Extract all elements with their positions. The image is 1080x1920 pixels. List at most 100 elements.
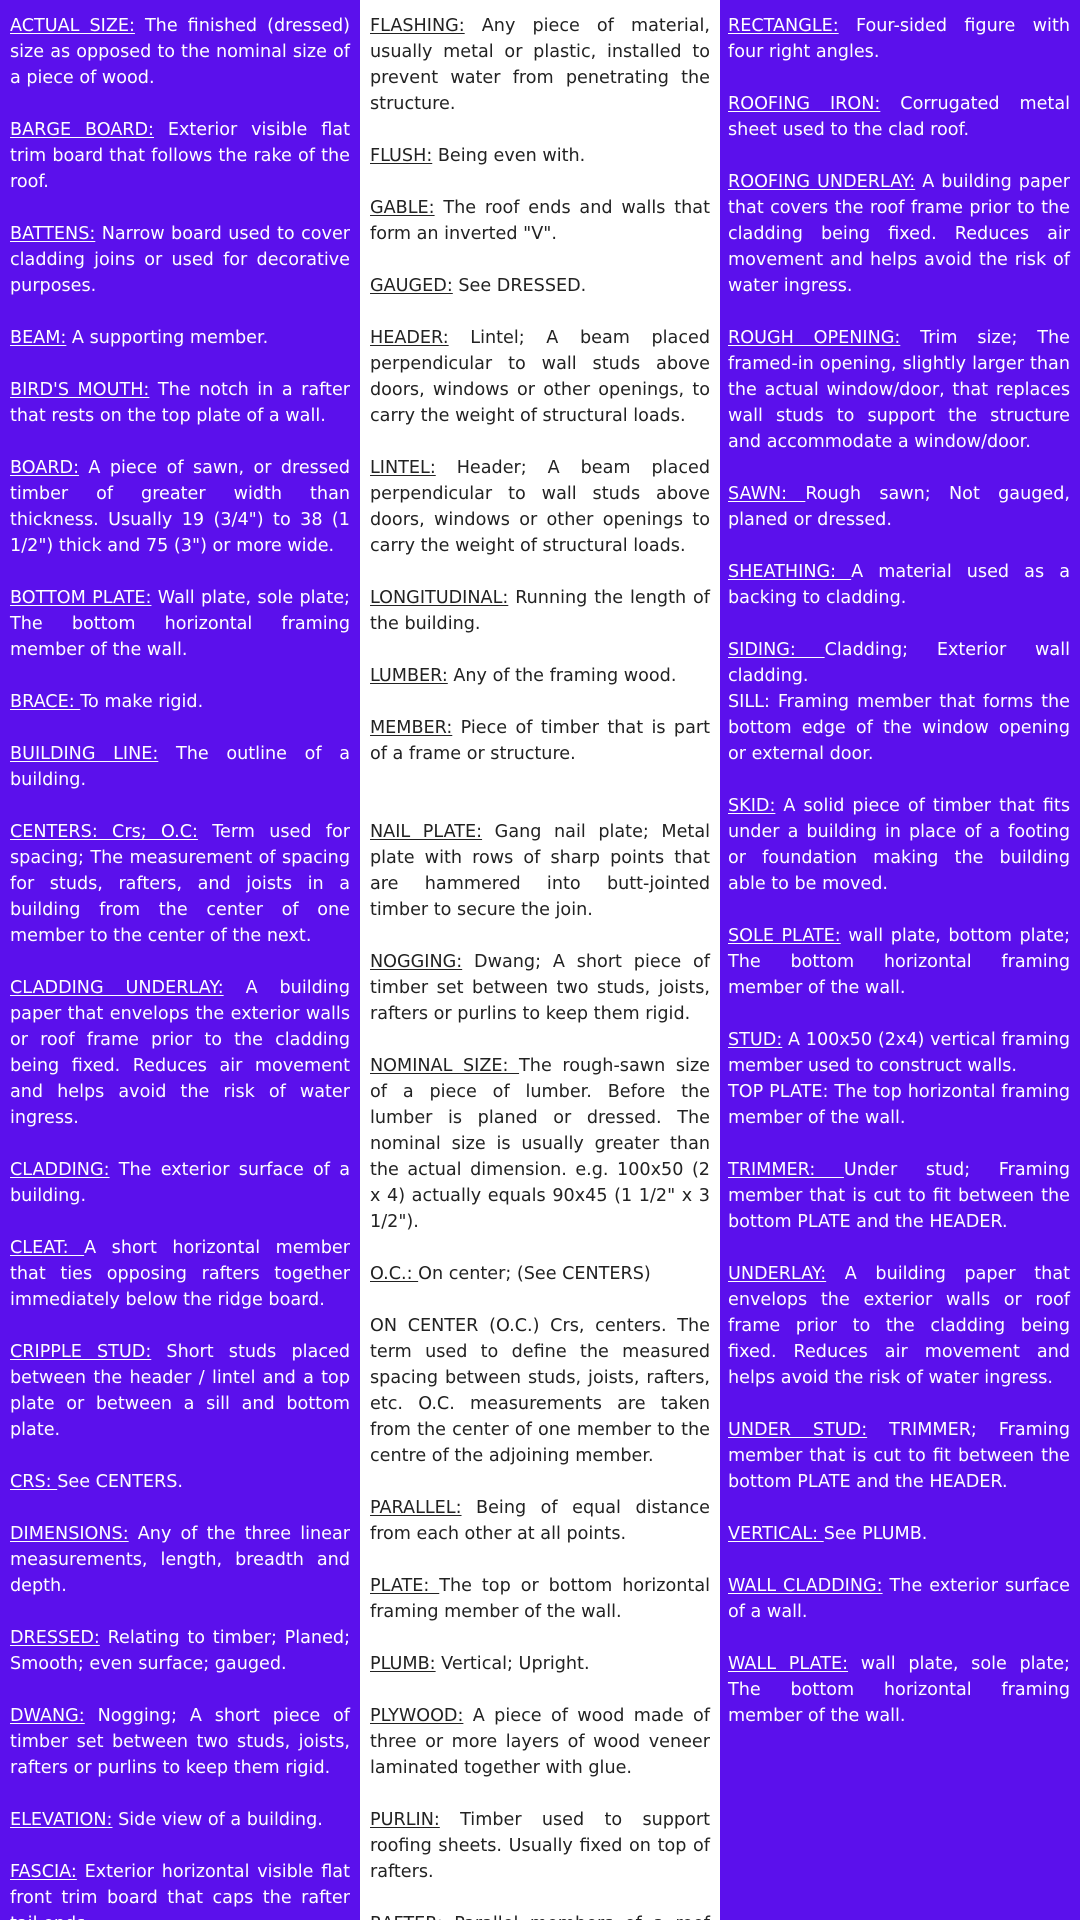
glossary-entry: PARALLEL: Being of equal distance from e… <box>370 1495 710 1547</box>
glossary-entry: NOGGING: Dwang; A short piece of timber … <box>370 949 710 1027</box>
glossary-term: CRS: <box>10 1472 58 1492</box>
glossary-column-middle: FLASHING: Any piece of material, usually… <box>360 0 720 1920</box>
glossary-entry: CENTERS: Crs; O.C: Term used for spacing… <box>10 819 350 949</box>
glossary-entry: ELEVATION: Side view of a building. <box>10 1807 350 1833</box>
glossary-term: PLYWOOD: <box>370 1706 464 1726</box>
glossary-columns: ACTUAL SIZE: The finished (dressed) size… <box>0 0 1080 1920</box>
glossary-term: ROOFING UNDERLAY: <box>728 172 916 192</box>
glossary-term: NAIL PLATE: <box>370 822 483 842</box>
glossary-term: CLADDING UNDERLAY: <box>10 978 224 998</box>
glossary-term: PURLIN: <box>370 1810 440 1830</box>
glossary-entry: FLUSH: Being even with. <box>370 143 710 169</box>
glossary-term: BRACE: <box>10 692 81 712</box>
glossary-definition: Side view of a building. <box>112 1810 323 1830</box>
glossary-entry: SKID: A solid piece of timber that fits … <box>728 793 1070 897</box>
glossary-entry: DRESSED: Relating to timber; Planed; Smo… <box>10 1625 350 1677</box>
glossary-entry: LUMBER: Any of the framing wood. <box>370 663 710 689</box>
glossary-entry: PURLIN: Timber used to support roofing s… <box>370 1807 710 1885</box>
glossary-term: GABLE: <box>370 198 435 218</box>
glossary-term: DRESSED: <box>10 1628 100 1648</box>
glossary-entry: WALL PLATE: wall plate, sole plate; The … <box>728 1651 1070 1729</box>
glossary-entry: VERTICAL: See PLUMB. <box>728 1521 1070 1547</box>
glossary-entry: BRACE: To make rigid. <box>10 689 350 715</box>
glossary-entry: SAWN: Rough sawn; Not gauged, planed or … <box>728 481 1070 533</box>
glossary-entry: LONGITUDINAL: Running the length of the … <box>370 585 710 637</box>
glossary-entry: BIRD'S MOUTH: The notch in a rafter that… <box>10 377 350 429</box>
glossary-entry: SILL: Framing member that forms the bott… <box>728 689 1070 767</box>
glossary-entry: CRIPPLE STUD: Short studs placed between… <box>10 1339 350 1443</box>
glossary-term: HEADER: <box>370 328 449 348</box>
glossary-term: DWANG: <box>10 1706 85 1726</box>
glossary-entry: ACTUAL SIZE: The finished (dressed) size… <box>10 13 350 91</box>
glossary-column-right: RECTANGLE: Four-sided figure with four r… <box>720 0 1080 1920</box>
glossary-entry: DIMENSIONS: Any of the three linear meas… <box>10 1521 350 1599</box>
glossary-entry: CLADDING: The exterior surface of a buil… <box>10 1157 350 1209</box>
glossary-entry: CRS: See CENTERS. <box>10 1469 350 1495</box>
glossary-entry: FLASHING: Any piece of material, usually… <box>370 13 710 117</box>
glossary-term: O.C.: <box>370 1264 419 1284</box>
glossary-definition: On center; (See CENTERS) <box>418 1264 651 1284</box>
glossary-term: BATTENS: <box>10 224 96 244</box>
glossary-definition: To make rigid. <box>80 692 204 712</box>
glossary-entry: O.C.: On center; (See CENTERS) <box>370 1261 710 1287</box>
glossary-definition: The rough-sawn size of a piece of lumber… <box>370 1056 711 1232</box>
glossary-term: SAWN: <box>728 484 806 504</box>
glossary-entry: MEMBER: Piece of timber that is part of … <box>370 715 710 767</box>
glossary-term: RECTANGLE: <box>728 16 839 36</box>
glossary-term: CLADDING: <box>10 1160 110 1180</box>
glossary-entry: STUD: A 100x50 (2x4) vertical framing me… <box>728 1027 1070 1079</box>
glossary-entry: TOP PLATE: The top horizontal framing me… <box>728 1079 1070 1131</box>
glossary-entry: UNDERLAY: A building paper that envelops… <box>728 1261 1070 1391</box>
glossary-term: UNDER STUD: <box>728 1420 868 1440</box>
glossary-entry: BOARD: A piece of sawn, or dressed timbe… <box>10 455 350 559</box>
glossary-entry: ROOFING UNDERLAY: A building paper that … <box>728 169 1070 299</box>
glossary-term: CRIPPLE STUD: <box>10 1342 152 1362</box>
glossary-entry: RAFTER: Parallel members of a roof that … <box>370 1911 710 1920</box>
glossary-term: WALL PLATE: <box>728 1654 849 1674</box>
glossary-entry: PLYWOOD: A piece of wood made of three o… <box>370 1703 710 1781</box>
glossary-term: PLATE: <box>370 1576 440 1596</box>
glossary-term: LONGITUDINAL: <box>370 588 509 608</box>
glossary-term: CENTERS: Crs; O.C: <box>10 822 198 842</box>
glossary-term: BIRD'S MOUTH: <box>10 380 150 400</box>
glossary-definition: See PLUMB. <box>823 1524 928 1544</box>
glossary-column-left: ACTUAL SIZE: The finished (dressed) size… <box>0 0 360 1920</box>
glossary-term: SKID: <box>728 796 776 816</box>
glossary-entry: CLADDING UNDERLAY: A building paper that… <box>10 975 350 1131</box>
glossary-entry: DWANG: Nogging; A short piece of timber … <box>10 1703 350 1781</box>
glossary-definition: TOP PLATE: The top horizontal framing me… <box>728 1082 1070 1128</box>
glossary-term: STUD: <box>728 1030 783 1050</box>
glossary-definition: See DRESSED. <box>452 276 587 296</box>
glossary-entry: PLATE: The top or bottom horizontal fram… <box>370 1573 710 1625</box>
glossary-definition: A building paper that envelops the exter… <box>10 978 350 1128</box>
glossary-entry: CLEAT: A short horizontal member that ti… <box>10 1235 350 1313</box>
glossary-term: RAFTER: <box>370 1914 443 1920</box>
glossary-definition: Any of the framing wood. <box>447 666 677 686</box>
glossary-entry: GAUGED: See DRESSED. <box>370 273 710 299</box>
glossary-entry: SOLE PLATE: wall plate, bottom plate; Th… <box>728 923 1070 1001</box>
glossary-term: NOMINAL SIZE: <box>370 1056 520 1076</box>
glossary-term: CLEAT: <box>10 1238 85 1258</box>
glossary-entry: TRIMMER: Under stud; Framing member that… <box>728 1157 1070 1235</box>
glossary-entry: ROUGH OPENING: Trim size; The framed-in … <box>728 325 1070 455</box>
glossary-term: ACTUAL SIZE: <box>10 16 135 36</box>
glossary-term: PLUMB: <box>370 1654 436 1674</box>
glossary-definition: See CENTERS. <box>57 1472 184 1492</box>
glossary-entry: ON CENTER (O.C.) Crs, centers. The term … <box>370 1313 710 1469</box>
glossary-term: TRIMMER: <box>728 1160 844 1180</box>
glossary-term: BEAM: <box>10 328 67 348</box>
glossary-entry: BOTTOM PLATE: Wall plate, sole plate; Th… <box>10 585 350 663</box>
glossary-definition: A solid piece of timber that fits under … <box>728 796 1070 894</box>
glossary-term: FLUSH: <box>370 146 433 166</box>
glossary-term: GAUGED: <box>370 276 453 296</box>
glossary-entry: BUILDING LINE: The outline of a building… <box>10 741 350 793</box>
glossary-entry: PLUMB: Vertical; Upright. <box>370 1651 710 1677</box>
glossary-entry: RECTANGLE: Four-sided figure with four r… <box>728 13 1070 65</box>
glossary-term: UNDERLAY: <box>728 1264 827 1284</box>
glossary-term: SHEATHING: <box>728 562 852 582</box>
glossary-term: ROUGH OPENING: <box>728 328 901 348</box>
glossary-term: BOARD: <box>10 458 80 478</box>
glossary-definition: SILL: Framing member that forms the bott… <box>728 692 1070 764</box>
glossary-entry: UNDER STUD: TRIMMER; Framing member that… <box>728 1417 1070 1495</box>
glossary-term: PARALLEL: <box>370 1498 462 1518</box>
